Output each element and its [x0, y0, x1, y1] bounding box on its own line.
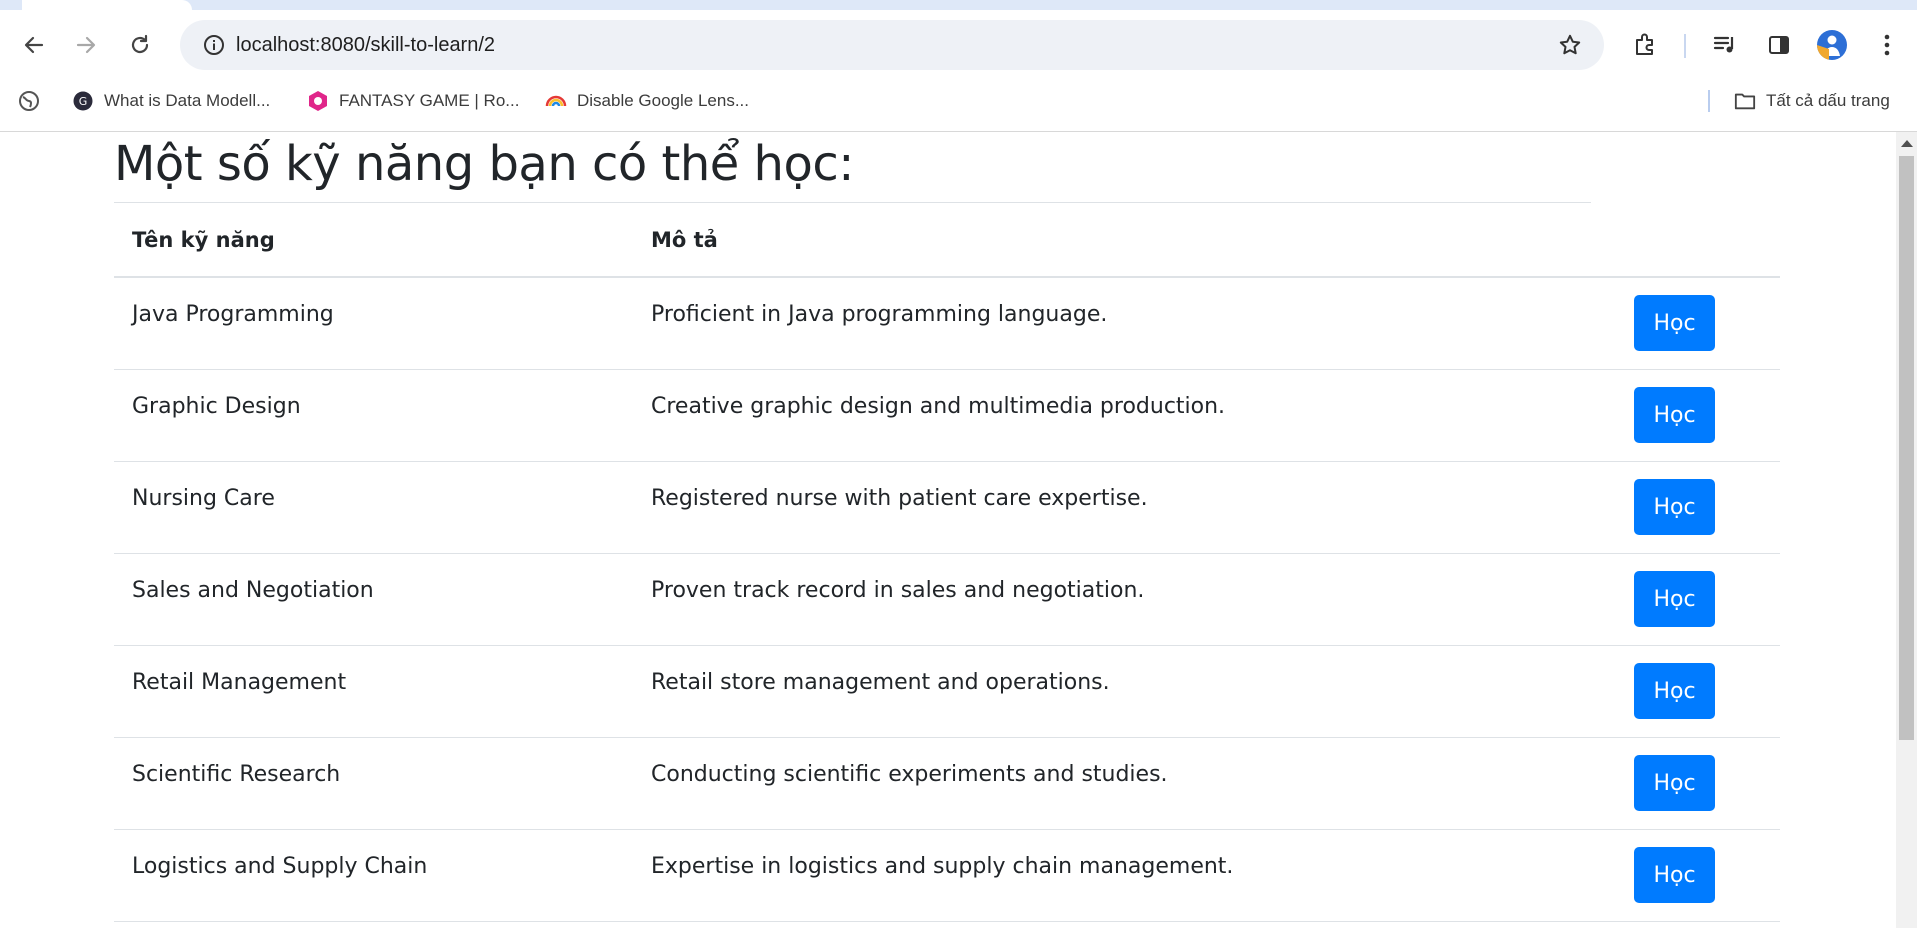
- toolbar-divider: [1684, 34, 1686, 58]
- fantasy-game-favicon: [307, 90, 329, 112]
- table-row: Sales and Negotiation Proven track record…: [114, 553, 1780, 646]
- skill-description: Proven track record in sales and negotia…: [651, 578, 1145, 603]
- skill-description-cell: Expertise in logistics and supply chain …: [633, 829, 1614, 922]
- bookmark-label: FANTASY GAME | Ro...: [339, 91, 520, 110]
- url-text[interactable]: localhost:8080/skill-to-learn/2: [236, 20, 495, 70]
- forward-icon[interactable]: [66, 25, 106, 65]
- learn-button[interactable]: Học: [1634, 571, 1715, 627]
- learn-button[interactable]: Học: [1634, 847, 1715, 903]
- browser-toolbar: localhost:8080/skill-to-learn/2: [0, 10, 1917, 80]
- page-title: Một số kỹ năng bạn có thể học:: [114, 136, 854, 192]
- site-info-icon[interactable]: [194, 25, 234, 65]
- skill-name: Logistics and Supply Chain: [132, 854, 428, 879]
- scrollbar-thumb[interactable]: [1899, 156, 1914, 740]
- skill-action-cell: Học: [1614, 461, 1780, 554]
- skill-description-cell: Retail store management and operations.: [633, 645, 1614, 738]
- skill-description: Conducting scientific experiments and st…: [651, 762, 1168, 787]
- skill-name-cell: Retail Management: [114, 645, 633, 738]
- skill-action-cell: Học: [1614, 737, 1780, 830]
- bookmark-label: Disable Google Lens...: [577, 91, 749, 110]
- bookmarks-bar: G What is Data Modell... FANTASY GAME | …: [0, 80, 1917, 132]
- skill-description: Expertise in logistics and supply chain …: [651, 854, 1234, 879]
- learn-button[interactable]: Học: [1634, 479, 1715, 535]
- scroll-up-arrow-icon[interactable]: [1901, 140, 1913, 147]
- skills-table: Tên kỹ năng Mô tả Java Programming Profic…: [114, 203, 1780, 922]
- skill-name: Nursing Care: [132, 486, 275, 511]
- skill-name-cell: Nursing Care: [114, 461, 633, 554]
- menu-kebab-icon[interactable]: [1867, 25, 1907, 65]
- skill-name-cell: Java Programming: [114, 277, 633, 370]
- learn-button[interactable]: Học: [1634, 387, 1715, 443]
- all-bookmarks-folder[interactable]: Tất cả dấu trang: [1734, 80, 1890, 122]
- skill-description-cell: Proven track record in sales and negotia…: [633, 553, 1614, 646]
- column-header-skill-name: Tên kỹ năng: [114, 203, 633, 278]
- bookmark-label: What is Data Modell...: [104, 91, 271, 110]
- reload-icon[interactable]: [120, 25, 160, 65]
- skill-description-cell: Registered nurse with patient care exper…: [633, 461, 1614, 554]
- table-row: Nursing Care Registered nurse with patien…: [114, 461, 1780, 554]
- skill-name: Graphic Design: [132, 394, 301, 419]
- skill-action-cell: Học: [1614, 553, 1780, 646]
- table-row: Retail Management Retail store management…: [114, 645, 1780, 738]
- rainbow-favicon: [545, 90, 567, 112]
- skill-name-cell: Sales and Negotiation: [114, 553, 633, 646]
- bookmark-star-icon[interactable]: [1550, 25, 1590, 65]
- learn-button[interactable]: Học: [1634, 295, 1715, 351]
- bookmark-fantasy-game[interactable]: FANTASY GAME | Ro...: [307, 80, 519, 122]
- skill-action-cell: Học: [1614, 829, 1780, 922]
- svg-text:G: G: [79, 95, 88, 108]
- skill-name-cell: Graphic Design: [114, 369, 633, 462]
- learn-button[interactable]: Học: [1634, 663, 1715, 719]
- data-modelling-favicon: G: [72, 90, 94, 112]
- skill-name: Java Programming: [132, 302, 334, 327]
- apps-globe-icon[interactable]: [18, 80, 50, 122]
- table-row: Graphic Design Creative graphic design an…: [114, 369, 1780, 462]
- skill-description-cell: Proficient in Java programming language.: [633, 277, 1614, 370]
- table-row: Java Programming Proficient in Java progr…: [114, 277, 1780, 370]
- skill-name-cell: Scientific Research: [114, 737, 633, 830]
- folder-icon: [1734, 90, 1756, 112]
- skill-description-cell: Creative graphic design and multimedia p…: [633, 369, 1614, 462]
- column-header-action: [1614, 203, 1780, 278]
- bookmark-data-modelling[interactable]: G What is Data Modell...: [72, 80, 270, 122]
- bookmarks-separator: [1708, 90, 1710, 112]
- media-controls-icon[interactable]: [1705, 25, 1745, 65]
- vertical-scrollbar[interactable]: [1896, 132, 1917, 928]
- bookmark-disable-google-lens[interactable]: Disable Google Lens...: [545, 80, 749, 122]
- table-row: Scientific Research Conducting scientific…: [114, 737, 1780, 830]
- skill-name: Scientific Research: [132, 762, 341, 787]
- profile-avatar[interactable]: [1812, 25, 1852, 65]
- side-panel-icon[interactable]: [1759, 25, 1799, 65]
- skill-description: Retail store management and operations.: [651, 670, 1110, 695]
- skill-description-cell: Conducting scientific experiments and st…: [633, 737, 1614, 830]
- skill-action-cell: Học: [1614, 277, 1780, 370]
- skill-description: Registered nurse with patient care exper…: [651, 486, 1148, 511]
- page-content: Một số kỹ năng bạn có thể học: Tên kỹ nă…: [0, 132, 1896, 928]
- extensions-icon[interactable]: [1625, 25, 1665, 65]
- table-row: Logistics and Supply Chain Expertise in l…: [114, 829, 1780, 922]
- skills-table-body: Java Programming Proficient in Java progr…: [114, 277, 1780, 922]
- skill-description: Creative graphic design and multimedia p…: [651, 394, 1226, 419]
- skill-name-cell: Logistics and Supply Chain: [114, 829, 633, 922]
- active-tab[interactable]: [22, 0, 192, 10]
- back-icon[interactable]: [14, 25, 54, 65]
- all-bookmarks-label: Tất cả dấu trang: [1766, 91, 1890, 110]
- learn-button[interactable]: Học: [1634, 755, 1715, 811]
- skill-description: Proficient in Java programming language.: [651, 302, 1108, 327]
- skill-name: Retail Management: [132, 670, 347, 695]
- skill-name: Sales and Negotiation: [132, 578, 374, 603]
- skill-action-cell: Học: [1614, 369, 1780, 462]
- browser-tab-strip: [0, 0, 1917, 10]
- address-bar[interactable]: localhost:8080/skill-to-learn/2: [180, 20, 1604, 70]
- skill-action-cell: Học: [1614, 645, 1780, 738]
- table-header-row: Tên kỹ năng Mô tả: [114, 203, 1780, 278]
- column-header-description: Mô tả: [633, 203, 1614, 278]
